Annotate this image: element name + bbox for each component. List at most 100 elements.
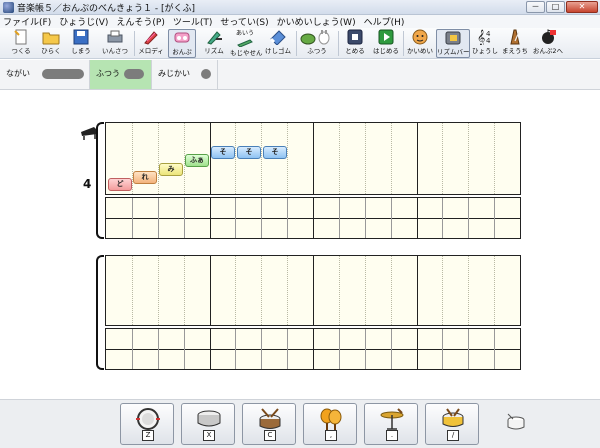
length-normal-label: ふつう: [96, 69, 120, 78]
beat-grid-line: [235, 123, 236, 194]
bass-drum-button[interactable]: Z: [120, 403, 174, 445]
save-label: しまう: [71, 47, 91, 55]
play-icon: [378, 29, 394, 45]
note-block[interactable]: れ: [133, 171, 157, 184]
menu-bar: ファイル(F) ひょうじ(V) えんそう(P) ツール(T) せってい(S) か…: [0, 15, 600, 28]
play-label: はじめる: [373, 47, 399, 55]
open-label: ひらく: [41, 47, 61, 55]
window-controls: － □ ✕: [526, 1, 598, 13]
eraser-button[interactable]: けしゴム: [263, 29, 293, 58]
beat-grid-line: [132, 123, 133, 194]
rhythm-button[interactable]: リズム: [200, 29, 228, 58]
beat-line: [261, 198, 262, 238]
note-block[interactable]: そ: [263, 146, 287, 159]
new-button[interactable]: つくる: [8, 29, 34, 58]
save-button[interactable]: しまう: [68, 29, 94, 58]
note-block[interactable]: み: [159, 163, 183, 176]
print-button[interactable]: いんさつ: [100, 29, 130, 58]
menu-help[interactable]: ヘルプ(H): [364, 15, 405, 28]
toolbar-separator: [338, 31, 339, 56]
note-block[interactable]: そ: [211, 146, 235, 159]
length-short-bar: [201, 69, 211, 79]
notes-button[interactable]: おんぷ: [168, 29, 196, 58]
melody-pencil-icon: [144, 31, 158, 45]
bar-line: [313, 256, 314, 325]
note-eraser-icon: [174, 32, 190, 43]
key-hint: .: [386, 430, 398, 441]
cymbal-button[interactable]: .: [364, 403, 418, 445]
time-signature-button[interactable]: 𝄞 4 4 ひょうし: [472, 29, 498, 58]
minimize-button[interactable]: －: [526, 1, 545, 13]
menu-solfege[interactable]: かいめいしょう(W): [277, 15, 356, 28]
speed-button[interactable]: ふつう: [298, 29, 336, 58]
melody-staff[interactable]: [105, 122, 521, 195]
svg-text:4: 4: [486, 37, 491, 45]
cymbal-icon: [380, 408, 404, 430]
melody-staff[interactable]: [105, 255, 521, 326]
beat-line: [158, 329, 159, 369]
snare-drum-button[interactable]: X: [181, 403, 235, 445]
svg-text:𝄞: 𝄞: [477, 30, 485, 45]
menu-view[interactable]: ひょうじ(V): [59, 15, 108, 28]
tom-drum-button[interactable]: C: [242, 403, 296, 445]
count-in-button[interactable]: まえうち: [501, 29, 529, 58]
beat-grid-line: [261, 256, 262, 325]
print-label: いんさつ: [102, 47, 128, 55]
menu-file[interactable]: ファイル(F): [3, 15, 51, 28]
drum-settings-icon[interactable]: [505, 412, 527, 434]
length-normal-option[interactable]: ふつう: [90, 60, 152, 89]
beat-line: [132, 198, 133, 238]
note-block[interactable]: ど: [108, 178, 132, 191]
length-long-option[interactable]: ながい: [0, 60, 90, 89]
stop-button[interactable]: とめる: [341, 29, 369, 58]
menu-tools[interactable]: ツール(T): [173, 15, 213, 28]
next-lesson-icon: [542, 29, 556, 44]
next-lesson-button[interactable]: おんぷ2へ: [531, 29, 565, 58]
window-title: 音楽帳５／おんぷのべんきょう１ - [がくふ]: [17, 3, 195, 14]
note-block[interactable]: そ: [237, 146, 261, 159]
text-line-button[interactable]: あいう もじやせん: [230, 29, 263, 58]
menu-settings[interactable]: せってい(S): [220, 15, 268, 28]
menu-play[interactable]: えんそう(P): [116, 15, 164, 28]
solfege-label: かいめい: [407, 47, 433, 55]
beat-grid-line: [391, 256, 392, 325]
solfege-button[interactable]: かいめい: [406, 29, 434, 58]
system-brace: [96, 255, 104, 370]
beat-line: [391, 198, 392, 238]
open-button[interactable]: ひらく: [38, 29, 64, 58]
stop-label: とめる: [345, 47, 365, 55]
tambourine-drum-icon: [442, 408, 464, 427]
melody-button[interactable]: メロディ: [137, 29, 165, 58]
close-button[interactable]: ✕: [566, 1, 598, 13]
play-button[interactable]: はじめる: [372, 29, 400, 58]
rhythm-bar-button[interactable]: リズムバー: [436, 29, 470, 58]
beat-line: [494, 198, 495, 238]
beat-line: [442, 198, 443, 238]
beat-line: [365, 198, 366, 238]
toolbar-separator: [403, 31, 404, 56]
length-short-option[interactable]: みじかい: [152, 60, 218, 89]
bar-line: [210, 198, 211, 238]
note-block[interactable]: ふぁ: [185, 154, 209, 167]
maximize-button[interactable]: □: [546, 1, 565, 13]
beat-grid-line: [442, 123, 443, 194]
rhythm-staff[interactable]: [105, 328, 521, 370]
bar-line: [313, 123, 314, 194]
rhythm-bar-icon: [445, 31, 461, 45]
score-area[interactable]: 4 ど れ み ふぁ そ そ そ: [0, 91, 600, 399]
beat-grid-line: [132, 256, 133, 325]
metronome-icon: [510, 29, 520, 45]
beat-line: [339, 198, 340, 238]
beat-line: [132, 329, 133, 369]
time-signature: 4: [83, 177, 92, 191]
folder-open-icon: [42, 32, 60, 45]
rhythm-staff[interactable]: [105, 197, 521, 239]
beat-grid-line: [287, 123, 288, 194]
beat-line: [261, 329, 262, 369]
new-file-icon: [14, 29, 27, 45]
beat-grid-line: [494, 123, 495, 194]
maracas-button[interactable]: ,: [303, 403, 357, 445]
length-normal-bar: [124, 69, 144, 79]
maracas-icon: [320, 408, 342, 430]
tambourine-button[interactable]: /: [425, 403, 479, 445]
